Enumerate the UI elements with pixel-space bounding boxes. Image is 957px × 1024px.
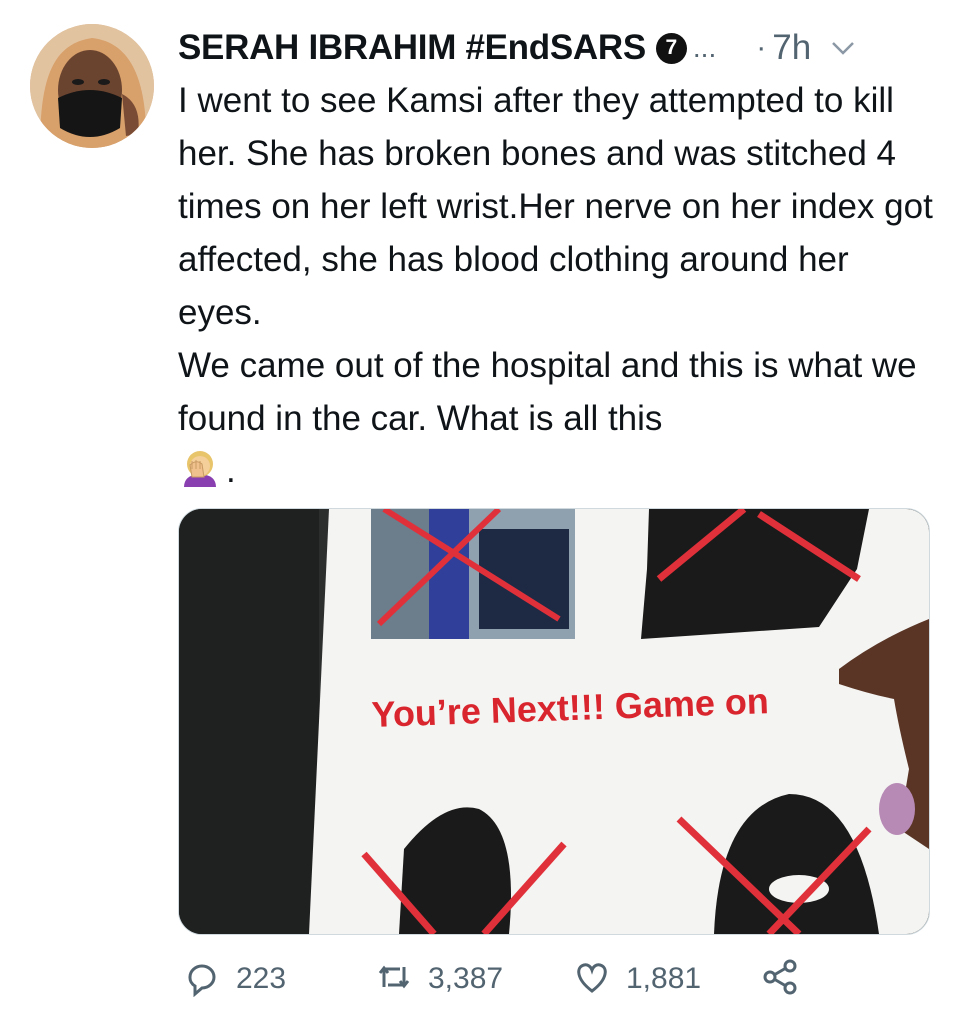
- tweet-header: SERAH IBRAHIM #EndSARS 7 ... · 7h: [178, 22, 938, 74]
- tweet-text-period: .: [226, 451, 236, 490]
- tweet-text: I went to see Kamsi after they attempted…: [178, 81, 933, 438]
- like-count: 1,881: [626, 962, 702, 995]
- tweet-media-image[interactable]: You’re Next!!! Game on: [178, 508, 930, 935]
- name-ellipsis: ...: [692, 32, 717, 63]
- avatar[interactable]: [30, 24, 154, 148]
- reply-button[interactable]: 223: [182, 952, 286, 1006]
- tweet-text-end: .: [178, 447, 236, 495]
- author-name[interactable]: SERAH IBRAHIM #EndSARS: [178, 28, 646, 68]
- share-button[interactable]: [760, 952, 800, 1006]
- reply-count: 223: [236, 962, 287, 995]
- reply-icon: [182, 957, 222, 1002]
- share-icon: [760, 957, 800, 1002]
- heart-icon: [572, 957, 612, 1002]
- author-badge: 7: [655, 32, 687, 64]
- retweet-button[interactable]: 3,387: [374, 952, 503, 1006]
- separator-dot: ·: [756, 31, 767, 64]
- tweet-actions: 223 3,387 1,881: [182, 952, 902, 1006]
- tweet-time[interactable]: 7h: [772, 28, 811, 68]
- chevron-down-icon[interactable]: [831, 40, 855, 56]
- like-button[interactable]: 1,881: [572, 952, 701, 1006]
- retweet-count: 3,387: [428, 962, 504, 995]
- retweet-icon: [374, 957, 414, 1002]
- facepalm-emoji-icon: [178, 447, 222, 496]
